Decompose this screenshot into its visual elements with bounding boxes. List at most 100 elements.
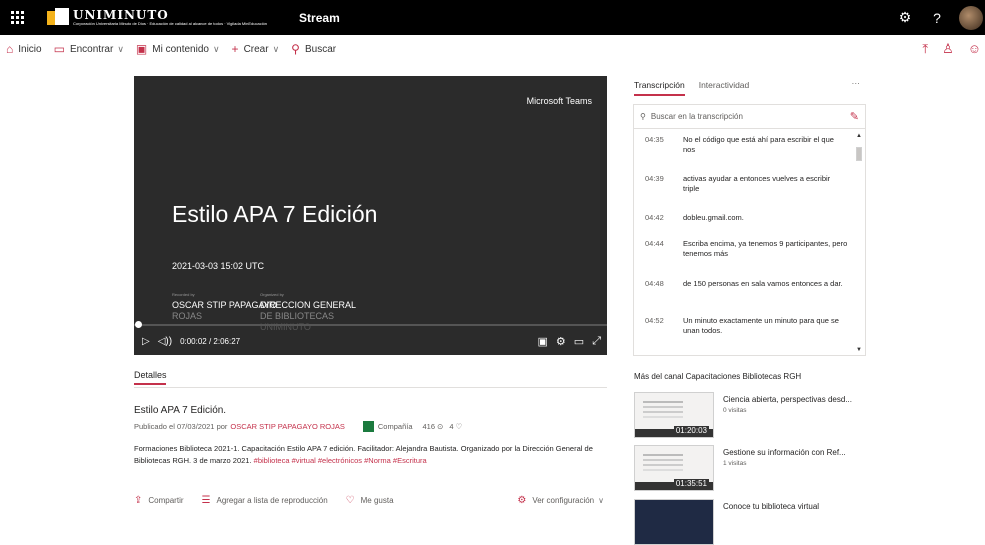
tab-transcripcion[interactable]: Transcripción: [634, 80, 685, 96]
related-video-views: 0 visitas: [723, 407, 747, 414]
volume-icon[interactable]: ◁)): [158, 336, 172, 347]
transcript-text: activas ayudar a entonces vuelves a escr…: [683, 174, 831, 193]
video-title-card: Estilo APA 7 Edición: [172, 201, 378, 227]
chevron-down-icon: ∨: [117, 43, 124, 54]
transcript-scrollbar[interactable]: ▲ ▼: [854, 133, 864, 353]
scroll-up-icon[interactable]: ▲: [856, 133, 862, 139]
edit-pencil-icon[interactable]: ✎: [850, 110, 859, 123]
organized-by-line2: DE BIBLIOTECAS: [260, 311, 335, 321]
nav-label: Inicio: [18, 43, 42, 55]
divider: [134, 387, 607, 388]
video-date: 2021-03-03 15:02 UTC: [172, 261, 265, 271]
play-icon[interactable]: ▷: [142, 336, 150, 347]
search-placeholder: Buscar en la transcripción: [650, 112, 743, 121]
logo-tagline: Corporación Universitaria Minuto de Dios…: [73, 21, 268, 26]
nav-label: Buscar: [304, 43, 337, 55]
chevron-down-icon: ∨: [598, 496, 604, 505]
settings-gear-icon[interactable]: ⚙: [889, 9, 921, 26]
transcript-text: Escriba encima, ya tenemos 9 participant…: [683, 239, 848, 258]
scroll-thumb[interactable]: [856, 147, 862, 161]
player-settings-icon[interactable]: ⚙: [556, 335, 566, 348]
seek-bar[interactable]: [134, 324, 607, 326]
transcript-timestamp: 04:44: [645, 239, 664, 248]
find-icon: ▭: [53, 42, 65, 56]
transcript-text: dobleu.gmail.com.: [683, 213, 744, 222]
transcript-search-input[interactable]: ⚲ Buscar en la transcripción ✎: [634, 105, 865, 129]
gear-icon: ⚙: [517, 495, 527, 506]
transcript-text: No el código que está ahí para escribir …: [683, 135, 834, 154]
playlist-add-icon: ☰: [201, 495, 211, 506]
transcript-list: 04:35 No el código que está ahí para esc…: [634, 129, 852, 355]
transcript-text: de 150 personas en sala vamos entonces a…: [683, 279, 843, 288]
app-launcher-button[interactable]: [0, 0, 35, 35]
likes-count: 4: [449, 422, 454, 431]
uniminuto-logo[interactable]: UNIMINUTO Corporación Universitaria Minu…: [47, 6, 267, 30]
recorded-by-name-line2: ROJAS: [172, 311, 203, 321]
tab-detalles[interactable]: Detalles: [134, 370, 167, 385]
tab-interactividad[interactable]: Interactividad: [699, 80, 750, 90]
app-header: UNIMINUTO Corporación Universitaria Minu…: [0, 0, 985, 35]
nav-mi-contenido[interactable]: ▣ Mi contenido ∨: [136, 42, 220, 56]
video-actions: ⇪ Compartir ☰ Agregar a lista de reprodu…: [134, 495, 604, 506]
transcript-timestamp: 04:48: [645, 279, 664, 288]
company-label: Compañía: [377, 422, 413, 431]
nav-inicio[interactable]: ⌂ Inicio: [6, 42, 42, 56]
captions-icon[interactable]: ▣: [538, 335, 548, 348]
published-text: Publicado el 07/03/2021 por: [134, 422, 228, 431]
video-thumbnail: 01:20:03: [634, 392, 714, 438]
share-label: Compartir: [148, 496, 184, 505]
chevron-down-icon: ∨: [212, 43, 220, 54]
feedback-smiley-icon[interactable]: ☺: [968, 41, 981, 57]
nav-encontrar[interactable]: ▭ Encontrar ∨: [54, 42, 124, 56]
transcript-timestamp: 04:35: [645, 135, 664, 144]
waffle-icon: [11, 11, 24, 24]
transcript-text: Un minuto exactamente un minuto para que…: [683, 316, 839, 335]
like-button[interactable]: ♡ Me gusta: [346, 495, 394, 506]
heart-icon: ♡: [345, 495, 355, 506]
scroll-down-icon[interactable]: ▼: [856, 347, 862, 353]
seek-handle[interactable]: [135, 321, 142, 328]
upload-icon[interactable]: ⤒: [922, 41, 928, 57]
related-video-title: Gestione su información con Ref...: [723, 448, 846, 457]
user-avatar-button[interactable]: [953, 5, 985, 30]
search-icon: ⚲: [640, 112, 646, 121]
video-title: Estilo APA 7 Edición.: [134, 405, 227, 416]
video-player[interactable]: Microsoft Teams Estilo APA 7 Edición 202…: [134, 76, 607, 355]
share-button[interactable]: ⇪ Compartir: [134, 495, 184, 506]
side-panel-tabs: Transcripción Interactividad ···: [634, 78, 866, 100]
nav-buscar[interactable]: ⚲ Buscar: [291, 42, 336, 56]
nav-crear[interactable]: + Crear ∨: [232, 42, 280, 56]
nav-label: Crear: [243, 43, 269, 55]
logo-name: UNIMINUTO: [73, 8, 169, 22]
plus-icon: +: [231, 42, 239, 56]
home-icon: ⌂: [6, 42, 14, 56]
video-thumbnail: 01:35:51: [634, 445, 714, 491]
hashtags[interactable]: #biblioteca #virtual #electrónicos #Norm…: [254, 456, 427, 465]
transcript-timestamp: 04:42: [645, 213, 664, 222]
chevron-down-icon: ∨: [272, 43, 280, 54]
avatar: [959, 5, 983, 30]
video-thumbnail: [634, 499, 714, 545]
fullscreen-icon[interactable]: ⤢: [592, 335, 601, 348]
app-title[interactable]: Stream: [299, 11, 340, 25]
organized-by-label: Organized by: [260, 292, 284, 297]
search-icon: ⚲: [291, 42, 300, 56]
video-duration: 01:20:03: [673, 426, 709, 435]
help-icon[interactable]: ?: [921, 10, 953, 26]
heart-icon: ♡: [455, 422, 463, 431]
company-icon: [362, 421, 374, 432]
playback-time: 0:00:02 / 2:06:27: [180, 337, 241, 346]
more-options-icon[interactable]: ···: [852, 78, 861, 88]
nav-bar: ⌂ Inicio ▭ Encontrar ∨ ▣ Mi contenido ∨ …: [0, 35, 985, 63]
transcript-panel: ⚲ Buscar en la transcripción ✎ 04:35 No …: [633, 104, 866, 356]
transcript-timestamp: 04:39: [645, 174, 664, 183]
playlist-label: Agregar a lista de reproducción: [216, 496, 328, 505]
add-to-playlist-button[interactable]: ☰ Agregar a lista de reproducción: [202, 495, 328, 506]
person-icon[interactable]: ♙: [942, 41, 954, 57]
author-link[interactable]: OSCAR STIP PAPAGAYO ROJAS: [230, 422, 344, 431]
related-video-title: Ciencia abierta, perspectivas desd...: [723, 395, 852, 404]
related-video-title: Conoce tu biblioteca virtual: [723, 502, 820, 511]
theater-mode-icon[interactable]: ▭: [574, 335, 584, 348]
view-settings-button[interactable]: ⚙ Ver configuración ∨: [517, 495, 604, 506]
video-meta: Publicado el 07/03/2021 por OSCAR STIP P…: [134, 421, 462, 432]
